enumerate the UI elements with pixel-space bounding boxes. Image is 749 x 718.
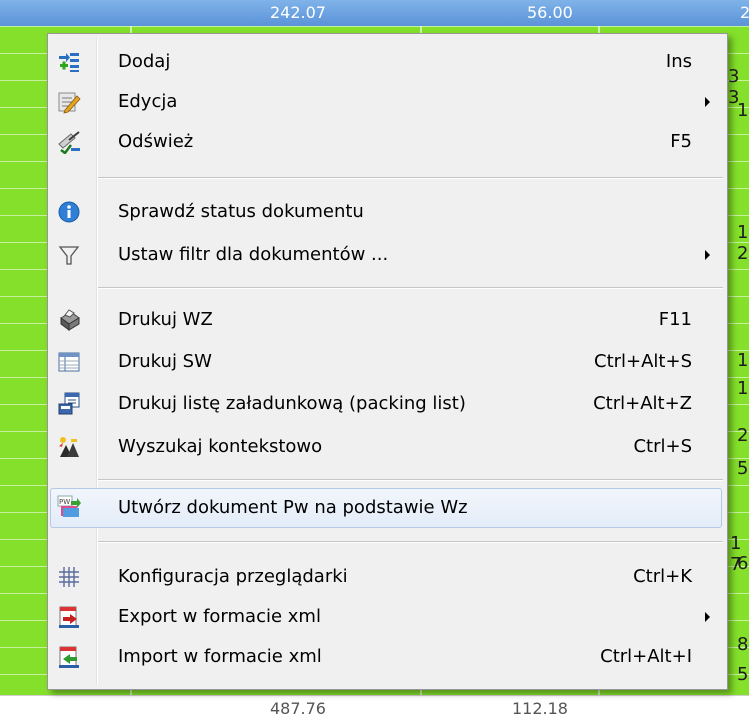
menu-item-label: Import w formacie xml <box>118 646 322 667</box>
menu-item-shortcut: F5 <box>670 131 692 152</box>
table-cell-edge: 1 <box>737 222 749 243</box>
menu-item-shortcut: F11 <box>658 309 692 330</box>
menu-item-shortcut: Ctrl+K <box>633 566 692 587</box>
table-cell-edge: 5 <box>737 458 749 479</box>
submenu-arrow-icon <box>705 250 710 260</box>
menu-item-shortcut: Ctrl+Alt+S <box>594 351 692 372</box>
menu-item-shortcut: Ctrl+Alt+Z <box>593 393 692 414</box>
context-menu: Dodaj Ins Edycja Odśwież F5 Sprawdź stat… <box>47 33 728 690</box>
refresh-check-icon <box>57 130 81 155</box>
menu-item-shortcut: Ins <box>665 51 692 72</box>
table-cell-edge: 5 <box>737 664 749 685</box>
table-cell: 2 <box>740 3 749 22</box>
table-cell-edge: 1 <box>737 100 749 121</box>
packing-list-icon <box>57 392 81 416</box>
menu-separator <box>98 479 723 480</box>
import-xml-icon <box>57 645 81 669</box>
menu-item-drukuj-wz[interactable]: Drukuj WZ F11 <box>51 300 722 340</box>
pw-document-icon: PW <box>57 495 81 519</box>
menu-item-label: Dodaj <box>118 51 171 72</box>
menu-item-drukuj-sw[interactable]: Drukuj SW Ctrl+Alt+S <box>51 342 722 382</box>
menu-separator <box>98 287 723 288</box>
menu-item-label: Utwórz dokument Pw na podstawie Wz <box>118 497 468 518</box>
menu-item-drukuj-liste-zaladunkowa[interactable]: Drukuj listę załadunkową (packing list) … <box>51 384 722 424</box>
menu-item-import-xml[interactable]: Import w formacie xml Ctrl+Alt+I <box>51 637 722 677</box>
menu-item-shortcut: Ctrl+S <box>633 436 692 457</box>
menu-separator <box>98 541 723 542</box>
table-cell-edge: 8 <box>737 634 749 655</box>
menu-item-label: Edycja <box>118 91 178 112</box>
menu-item-label: Sprawdź status dokumentu <box>118 201 364 222</box>
menu-item-export-xml[interactable]: Export w formacie xml <box>51 597 722 637</box>
menu-item-label: Wyszukaj kontekstowo <box>118 436 323 457</box>
menu-item-label: Drukuj WZ <box>118 309 213 330</box>
table-cell: 112.18 <box>512 699 568 718</box>
menu-item-label: Drukuj SW <box>118 351 212 372</box>
table-cell: 487.76 <box>270 699 326 718</box>
add-list-icon <box>57 50 81 74</box>
menu-item-label: Drukuj listę załadunkową (packing list) <box>118 393 466 414</box>
menu-item-wyszukaj-kontekstowo[interactable]: Wyszukaj kontekstowo Ctrl+S <box>51 427 722 467</box>
filter-icon <box>57 243 81 267</box>
menu-item-label: Konfiguracja przeglądarki <box>118 566 348 587</box>
menu-item-label: Ustaw filtr dla dokumentów ... <box>118 244 389 265</box>
menu-separator <box>98 177 723 178</box>
export-xml-icon <box>57 605 81 629</box>
table-cell: 242.07 <box>270 3 326 22</box>
table-cell: 56.00 <box>527 3 573 22</box>
menu-item-shortcut: Ctrl+Alt+I <box>600 646 692 667</box>
grid-document-icon <box>57 350 81 374</box>
menu-item-dodaj[interactable]: Dodaj Ins <box>51 42 722 82</box>
menu-item-odswiez[interactable]: Odśwież F5 <box>51 122 722 162</box>
table-footer-row: 487.76 112.18 <box>0 695 749 718</box>
menu-item-label: Odśwież <box>118 131 194 152</box>
grid-config-icon <box>57 565 81 589</box>
table-header-row: 242.07 56.00 2 <box>0 0 749 26</box>
menu-item-sprawdz-status[interactable]: Sprawdź status dokumentu <box>51 192 722 232</box>
menu-item-ustaw-filtr[interactable]: Ustaw filtr dla dokumentów ... <box>51 235 722 275</box>
edit-pencil-icon <box>57 90 81 114</box>
table-cell-edge: 1 <box>737 350 749 371</box>
submenu-arrow-icon <box>705 97 710 107</box>
svg-text:PW: PW <box>59 498 70 506</box>
printer-icon <box>57 308 81 332</box>
info-icon <box>57 200 81 224</box>
context-search-icon <box>57 435 81 459</box>
menu-item-utworz-dokument-pw[interactable]: PW Utwórz dokument Pw na podstawie Wz <box>50 488 722 528</box>
menu-item-label: Export w formacie xml <box>118 606 321 627</box>
table-cell-edge: 2 <box>737 425 749 446</box>
submenu-arrow-icon <box>705 612 710 622</box>
table-cell-edge: 2 <box>737 243 749 264</box>
menu-item-konfiguracja-przegladarki[interactable]: Konfiguracja przeglądarki Ctrl+K <box>51 557 722 597</box>
table-cell-edge: 1 <box>737 378 749 399</box>
menu-item-edycja[interactable]: Edycja <box>51 82 722 122</box>
table-cell-edge: 6 <box>737 553 749 574</box>
